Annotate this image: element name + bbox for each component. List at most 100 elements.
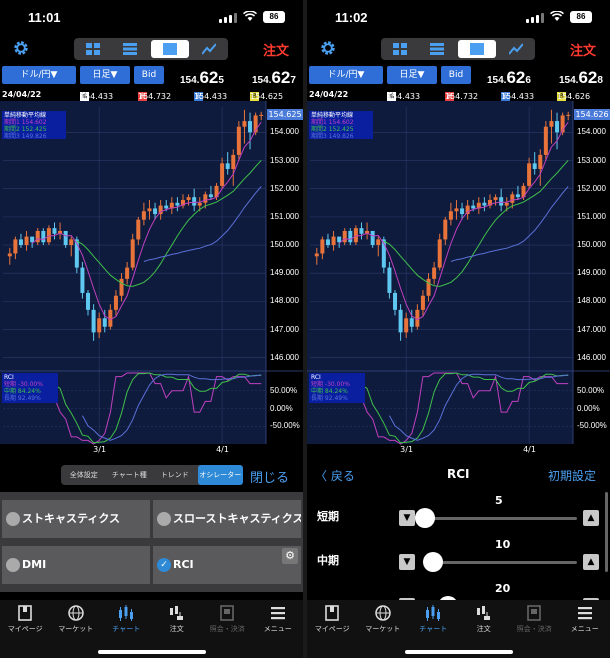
close-button[interactable]: 閉じる <box>250 467 289 486</box>
increment-button[interactable]: ▲ <box>583 554 599 570</box>
price-tick-label: 147.000 <box>577 324 606 334</box>
rci-legend: RCI 短期 -30.00% 中期 84.24% 長期 92.49% <box>309 373 365 403</box>
menu-icon <box>270 607 285 620</box>
book-icon <box>18 605 33 621</box>
indicator-dmi[interactable]: DMI <box>2 546 150 584</box>
param-slider-knob[interactable] <box>422 552 443 572</box>
increment-button[interactable]: ▲ <box>583 510 599 526</box>
chart-date: 24/04/22 <box>309 90 349 99</box>
price-chart[interactable]: 154.000 153.000 152.000 151.000 150.000 149.0… <box>0 101 303 458</box>
bid-ask-toggle[interactable]: Bid <box>441 66 471 84</box>
candle-body <box>409 318 414 327</box>
order-button[interactable]: 注文 <box>570 40 596 59</box>
rci-tick-label: -50.00% <box>270 421 300 431</box>
candle-body <box>443 219 448 240</box>
nav-item-globe[interactable]: マーケット <box>51 600 102 658</box>
scrollbar[interactable] <box>605 492 608 572</box>
layout-single-button[interactable] <box>151 40 189 58</box>
nav-item-menu[interactable]: メニュー <box>560 600 610 658</box>
layout-rows-button[interactable] <box>419 38 457 60</box>
nav-item-book[interactable]: マイページ <box>307 600 358 658</box>
candle-body <box>203 194 208 203</box>
nav-label: 照会・決済 <box>516 625 552 633</box>
candle-body <box>46 228 51 243</box>
date-tick-label: 3/1 <box>400 445 414 454</box>
menu-icon <box>577 607 592 620</box>
single-icon <box>469 43 484 55</box>
period-selector[interactable]: 日足▼ <box>387 66 437 84</box>
status-bar: 11:01 86 <box>0 0 303 34</box>
layout-trend-button[interactable] <box>498 38 536 60</box>
nav-label: メニュー <box>263 625 292 633</box>
tab-trend[interactable]: トレンド <box>152 465 198 485</box>
rci-param-row: 短期 5 ▼ ▲ <box>307 494 610 542</box>
settings-cog-icon[interactable]: ⚙ <box>282 548 298 564</box>
indicator-rci[interactable]: ✓ RCI ⚙ <box>153 546 301 584</box>
param-slider-track[interactable] <box>425 561 577 564</box>
nav-item-globe[interactable]: マーケット <box>358 600 409 658</box>
price-tick-label: 146.000 <box>577 352 606 362</box>
order-button[interactable]: 注文 <box>263 40 289 59</box>
current-price-label: 154.626 <box>574 108 610 120</box>
price-chart[interactable]: 154.000 153.000 152.000 151.000 150.000 149.0… <box>307 101 610 458</box>
price-tick-label: 148.000 <box>270 296 299 306</box>
decrement-button[interactable]: ▼ <box>399 554 415 570</box>
candle-body <box>432 267 437 279</box>
layout-grid-button[interactable] <box>381 38 419 60</box>
candle-body <box>566 114 571 116</box>
nav-item-ledger[interactable]: 照会・決済 <box>509 600 560 658</box>
ma-legend: 単純移動平均線 期間1 154.602 期間2 152.425 期間3 149.826 <box>2 111 66 140</box>
layout-trend-button[interactable] <box>191 38 229 60</box>
candle-body <box>242 121 247 127</box>
status-bar: 11:02 86 <box>307 0 610 34</box>
candle-body <box>387 267 392 293</box>
rci-param-row: 中期 10 ▼ ▲ <box>307 538 610 586</box>
tab-chart-type[interactable]: チャート種 <box>107 465 153 485</box>
period-selector[interactable]: 日足▼ <box>80 66 130 84</box>
nav-item-menu[interactable]: メニュー <box>253 600 304 658</box>
price-tick-label: 151.000 <box>577 211 606 221</box>
tab-general[interactable]: 全体設定 <box>61 465 107 485</box>
layout-grid-button[interactable] <box>74 38 112 60</box>
param-slider-knob[interactable] <box>415 508 435 528</box>
nav-label: マイページ <box>7 625 43 633</box>
check-icon: ✓ <box>157 558 171 572</box>
bid-ask-toggle[interactable]: Bid <box>134 66 164 84</box>
signal-icon <box>526 13 544 23</box>
candle-body <box>510 194 515 203</box>
book-icon <box>325 605 340 621</box>
status-time: 11:02 <box>335 10 368 25</box>
indicator-stochastics[interactable]: ストキャスティクス <box>2 500 150 538</box>
grid-icon <box>85 43 100 55</box>
top-bar: 注文 <box>0 36 303 62</box>
candle-body <box>175 202 180 206</box>
date-tick-label: 4/1 <box>216 445 229 454</box>
layout-rows-button[interactable] <box>112 38 150 60</box>
reset-button[interactable]: 初期設定 <box>548 467 596 484</box>
indicator-slow-stochastics[interactable]: スローストキャスティクス <box>153 500 301 538</box>
layout-single-button[interactable] <box>458 40 496 58</box>
nav-item-book[interactable]: マイページ <box>0 600 51 658</box>
candle-body <box>454 208 459 212</box>
candle-body <box>527 163 532 186</box>
pair-selector[interactable]: ドル/円▼ <box>309 66 383 84</box>
candle-body <box>225 163 230 169</box>
status-time: 11:01 <box>28 10 61 25</box>
pair-selector[interactable]: ドル/円▼ <box>2 66 76 84</box>
decrement-button[interactable]: ▼ <box>399 510 415 526</box>
rci-tick-label: 0.00% <box>577 403 600 413</box>
nav-item-ledger[interactable]: 照会・決済 <box>202 600 253 658</box>
param-label: 短期 <box>317 510 339 523</box>
rci-legend-title: RCI <box>311 374 321 381</box>
candle-body <box>52 228 57 234</box>
price-tick-label: 150.000 <box>577 240 606 250</box>
battery-icon: 86 <box>263 11 285 23</box>
gear-icon[interactable] <box>12 39 30 57</box>
chart-svg <box>307 101 610 445</box>
back-button[interactable]: 〈 戻る <box>315 467 355 484</box>
gear-icon[interactable] <box>319 39 337 57</box>
candle-body <box>141 211 146 220</box>
param-slider-track[interactable] <box>425 517 577 520</box>
candle-body <box>41 230 46 243</box>
tab-oscillator[interactable]: オシレーター <box>197 465 243 485</box>
